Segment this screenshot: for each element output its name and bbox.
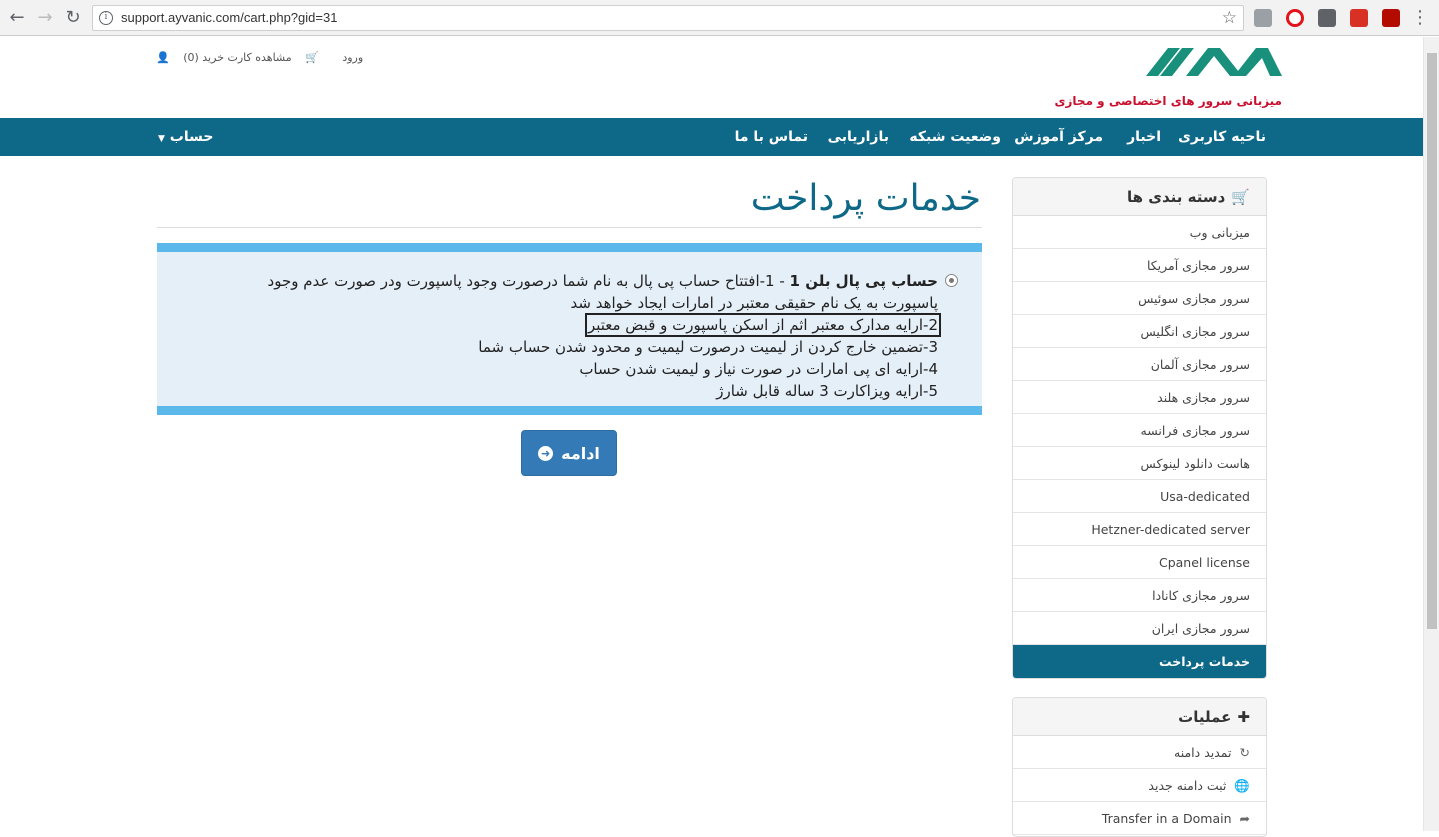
nav-news[interactable]: اخبار <box>1127 129 1161 145</box>
category-web-hosting[interactable]: میزبانی وب <box>1013 216 1266 249</box>
product-radio[interactable] <box>945 274 958 287</box>
nav-knowledgebase[interactable]: مرکز آموزش <box>1014 129 1103 145</box>
action-renew-domain[interactable]: ↻ تمدید دامنه <box>1013 736 1266 769</box>
action-register-domain[interactable]: 🌐 ثبت دامنه جدید <box>1013 769 1266 802</box>
nav-network-status[interactable]: وضعیت شبکه <box>909 129 1001 145</box>
main-navbar: ناحیه کاربری اخبار مرکز آموزش وضعیت شبکه… <box>0 118 1423 156</box>
actions-panel: ✚ عملیات ↻ تمدید دامنه 🌐 ثبت دامنه جدید ➦ Tr… <box>1012 697 1267 837</box>
categories-header: 🛒 دسته بندی ها <box>1013 178 1266 216</box>
site-tagline: میزبانی سرور های اختصاصی و مجازی <box>1054 94 1282 108</box>
reload-icon[interactable]: ↻ <box>62 7 84 29</box>
top-links: 👤 ورود 🛒 مشاهده کارت خرید (0) <box>156 51 383 64</box>
extension-icon-4[interactable] <box>1350 9 1368 27</box>
action-transfer-domain[interactable]: ➦ Transfer in a Domain <box>1013 802 1266 835</box>
category-payment-services[interactable]: خدمات پرداخت <box>1013 645 1266 678</box>
pdf-extension-icon[interactable] <box>1382 9 1400 27</box>
plus-icon: ✚ <box>1237 708 1250 726</box>
browser-toolbar: ← → ↻ i support.ayvanic.com/cart.php?gid… <box>0 0 1439 36</box>
forward-icon[interactable]: → <box>34 7 56 29</box>
category-vps-usa[interactable]: سرور مجازی آمریکا <box>1013 249 1266 282</box>
user-icon: 👤 <box>156 51 170 64</box>
nav-contact[interactable]: تماس با ما <box>735 129 808 145</box>
category-linux-download-host[interactable]: هاست دانلود لینوکس <box>1013 447 1266 480</box>
continue-button[interactable]: ادامه ➜ <box>521 430 617 476</box>
nav-affiliates[interactable]: بازاریابی <box>828 129 889 145</box>
action-label: تمدید دامنه <box>1174 745 1232 760</box>
title-divider <box>157 227 982 228</box>
category-vps-uk[interactable]: سرور مجازی انگلیس <box>1013 315 1266 348</box>
product-option[interactable]: حساب پی پال بلن 1 - 1-افتتاح حساب پی پال… <box>157 243 982 415</box>
arrow-circle-icon: ➜ <box>538 445 554 461</box>
login-label: ورود <box>342 51 364 64</box>
bookmark-star-icon[interactable]: ☆ <box>1222 8 1237 28</box>
refresh-icon: ↻ <box>1239 745 1250 760</box>
url-text: support.ayvanic.com/cart.php?gid=31 <box>121 10 338 25</box>
share-icon: ➦ <box>1239 811 1250 826</box>
continue-label: ادامه <box>561 443 600 463</box>
actions-header: ✚ عملیات <box>1013 698 1266 736</box>
opera-extension-icon[interactable] <box>1286 9 1304 27</box>
cart-icon: 🛒 <box>1231 188 1250 206</box>
info-icon[interactable]: i <box>99 11 113 25</box>
product-separator: - <box>774 272 790 290</box>
category-vps-netherlands[interactable]: سرور مجازی هلند <box>1013 381 1266 414</box>
cart-icon: 🛒 <box>305 51 319 64</box>
category-vps-germany[interactable]: سرور مجازی آلمان <box>1013 348 1266 381</box>
browser-menu-icon[interactable]: ⋮ <box>1411 7 1429 28</box>
view-cart-link[interactable]: 🛒 مشاهده کارت خرید (0) <box>183 51 329 64</box>
cart-label: مشاهده کارت خرید (0) <box>183 51 292 64</box>
product-line-5: 5-ارایه ویزاکارت 3 ساله قابل شارژ <box>716 382 938 400</box>
address-bar[interactable]: i support.ayvanic.com/cart.php?gid=31 ☆ <box>92 5 1244 31</box>
product-name: حساب پی پال بلن 1 <box>789 272 938 290</box>
product-line-3: 3-تضمین خارج کردن از لیمیت درصورت لیمیت … <box>478 338 938 356</box>
scrollbar-thumb[interactable] <box>1427 53 1437 629</box>
account-label: حساب <box>169 129 214 145</box>
category-vps-iran[interactable]: سرور مجازی ایران <box>1013 612 1266 645</box>
category-cpanel-license[interactable]: Cpanel license <box>1013 546 1266 579</box>
page-scrollbar[interactable] <box>1423 37 1439 831</box>
categories-title: دسته بندی ها <box>1126 188 1226 206</box>
category-hetzner-dedicated[interactable]: Hetzner-dedicated server <box>1013 513 1266 546</box>
categories-panel: 🛒 دسته بندی ها میزبانی وب سرور مجازی آمری… <box>1012 177 1267 679</box>
page-title: خدمات پرداخت <box>750 178 981 219</box>
nav-client-area[interactable]: ناحیه کاربری <box>1178 129 1266 145</box>
site-logo[interactable] <box>1146 44 1282 80</box>
chevron-down-icon: ▼ <box>158 134 165 144</box>
category-usa-dedicated[interactable]: Usa-dedicated <box>1013 480 1266 513</box>
globe-icon: 🌐 <box>1234 778 1250 793</box>
extension-icon-1[interactable] <box>1254 9 1272 27</box>
extension-icon-3[interactable] <box>1318 9 1336 27</box>
category-vps-france[interactable]: سرور مجازی فرانسه <box>1013 414 1266 447</box>
product-line-4: 4-ارایه ای پی امارات در صورت نیاز و لیمی… <box>579 360 938 378</box>
actions-title: عملیات <box>1178 708 1232 726</box>
category-vps-canada[interactable]: سرور مجازی کانادا <box>1013 579 1266 612</box>
action-label: ثبت دامنه جدید <box>1148 778 1227 793</box>
back-icon[interactable]: ← <box>6 7 28 29</box>
action-label: Transfer in a Domain <box>1101 811 1232 826</box>
product-line-2: 2-ارایه مدارک معتبر اثم از اسکن پاسپورت … <box>584 313 942 337</box>
account-dropdown[interactable]: ▼ حساب <box>158 129 213 145</box>
product-description: حساب پی پال بلن 1 - 1-افتتاح حساب پی پال… <box>238 270 942 402</box>
category-vps-switzerland[interactable]: سرور مجازی سوئیس <box>1013 282 1266 315</box>
